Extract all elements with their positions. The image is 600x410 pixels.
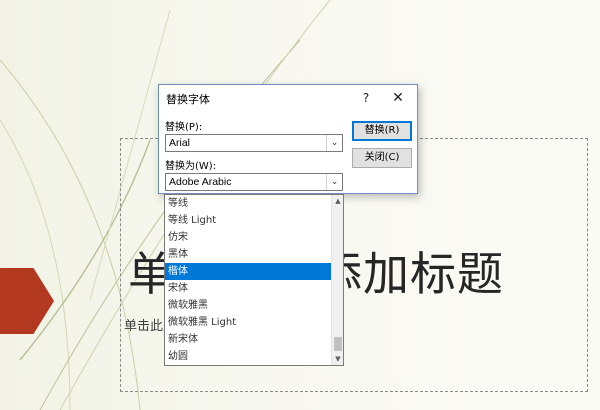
font-dropdown-list: 等线 等线 Light 仿宋 黑体 楷体 宋体 微软雅黑 微软雅黑 Light … — [164, 194, 344, 366]
scroll-up-icon[interactable]: ▲ — [332, 195, 344, 207]
replace-with-label: 替换为(W): — [165, 161, 217, 172]
replace-font-select[interactable]: Arial ⌄ — [165, 134, 343, 152]
chevron-down-icon[interactable]: ⌄ — [326, 174, 342, 190]
list-item[interactable]: 微软雅黑 Light — [165, 314, 331, 331]
font-list: 等线 等线 Light 仿宋 黑体 楷体 宋体 微软雅黑 微软雅黑 Light … — [165, 195, 331, 365]
replace-label: 替换(P): — [165, 122, 203, 133]
replace-font-dialog: 替换字体 ? ✕ 替换(P): Arial ⌄ 替换为(W): Adobe Ar… — [158, 84, 418, 194]
list-item[interactable]: 宋体 — [165, 280, 331, 297]
list-item[interactable]: 等线 — [165, 195, 331, 212]
list-item[interactable]: 幼圆 — [165, 348, 331, 365]
list-item[interactable]: 等线 Light — [165, 212, 331, 229]
scroll-down-icon[interactable]: ▼ — [332, 353, 344, 365]
replace-with-font-value: Adobe Arabic — [169, 176, 232, 188]
close-button[interactable]: 关闭(C) — [352, 148, 412, 168]
list-item[interactable]: 黑体 — [165, 246, 331, 263]
dropdown-scrollbar[interactable]: ▲ ▼ — [331, 195, 343, 365]
list-item-selected[interactable]: 楷体 — [165, 263, 331, 280]
replace-button[interactable]: 替换(R) — [352, 121, 412, 141]
help-icon[interactable]: ? — [357, 89, 375, 107]
chevron-down-icon[interactable]: ⌄ — [326, 135, 342, 151]
scroll-thumb[interactable] — [334, 337, 342, 351]
replace-with-font-select[interactable]: Adobe Arabic ⌄ — [165, 173, 343, 191]
dialog-titlebar[interactable]: 替换字体 ? ✕ — [159, 85, 417, 111]
replace-font-value: Arial — [169, 137, 191, 149]
list-item[interactable]: 新宋体 — [165, 331, 331, 348]
close-icon[interactable]: ✕ — [389, 89, 407, 107]
dialog-title: 替换字体 — [166, 93, 210, 106]
list-item[interactable]: 微软雅黑 — [165, 297, 331, 314]
list-item[interactable]: 仿宋 — [165, 229, 331, 246]
